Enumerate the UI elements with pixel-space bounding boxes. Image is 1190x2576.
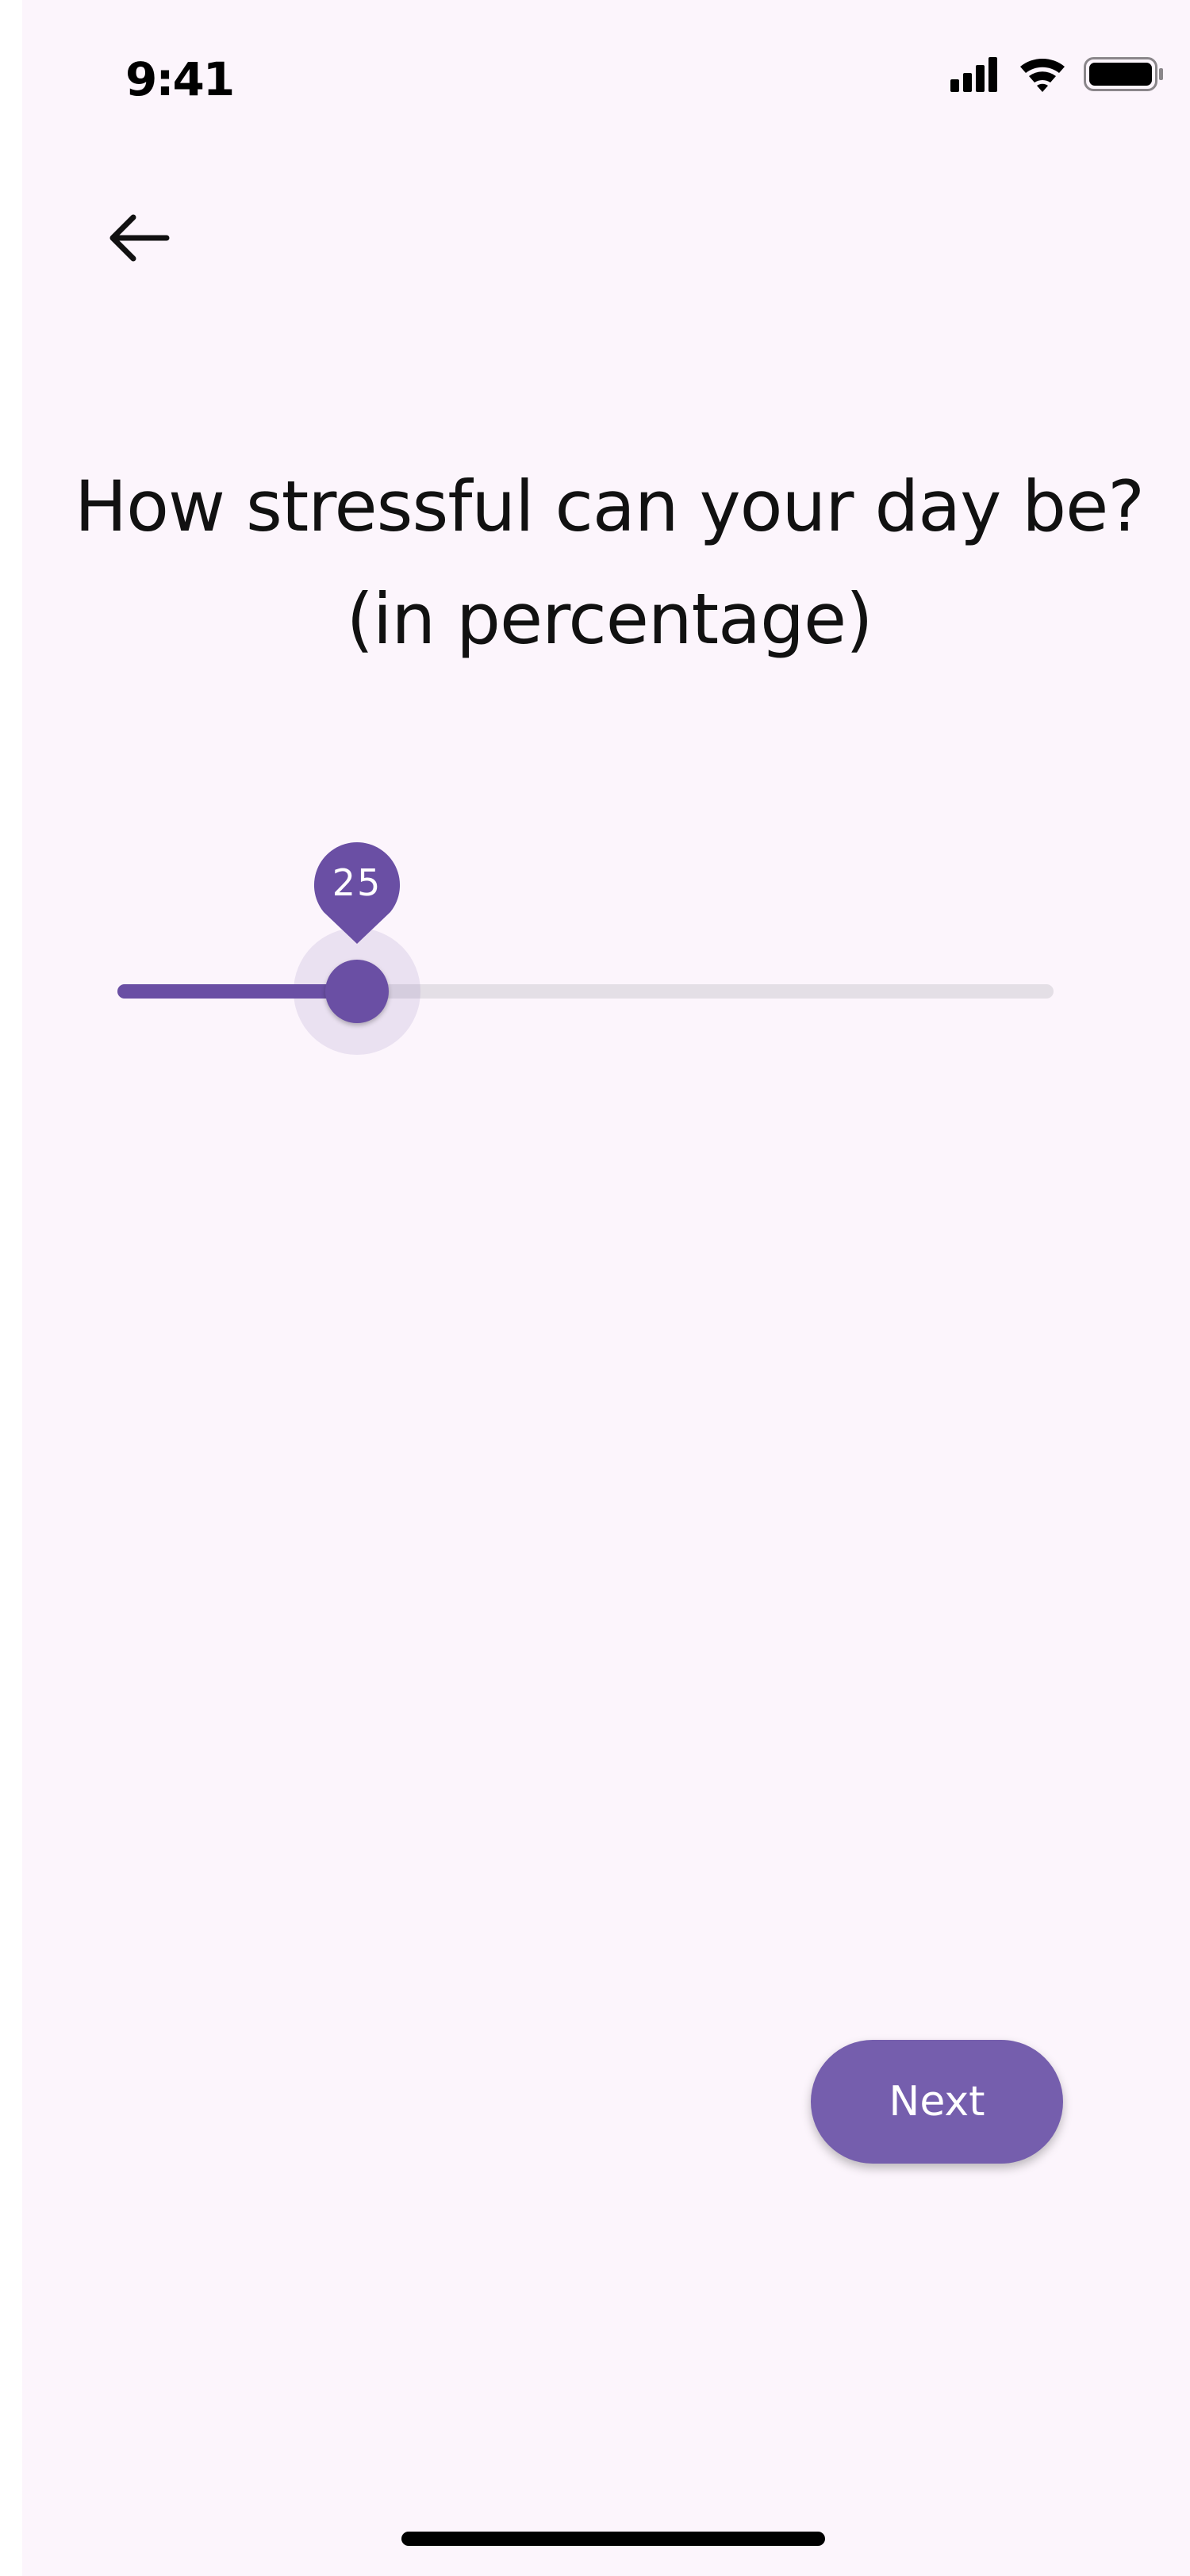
status-time: 9:41: [125, 52, 235, 106]
question-title: How stressful can your day be? (in perce…: [74, 466, 1145, 660]
slider-value-indicator: 25: [313, 841, 401, 952]
cellular-signal-icon: [950, 57, 997, 92]
arrow-left-icon: [109, 214, 170, 262]
battery-icon: [1084, 57, 1163, 91]
home-indicator: [401, 2532, 825, 2546]
slider-thumb[interactable]: [325, 960, 389, 1023]
next-button[interactable]: Next: [811, 2040, 1063, 2164]
wifi-icon: [1020, 58, 1065, 92]
back-button[interactable]: [95, 187, 184, 276]
slider-value-label: 25: [332, 861, 382, 904]
onboarding-screen: 9:41 How stressful can your day be? (in …: [22, 0, 1190, 2576]
stress-slider[interactable]: 25: [117, 825, 1101, 1055]
status-icons: [950, 57, 1163, 92]
